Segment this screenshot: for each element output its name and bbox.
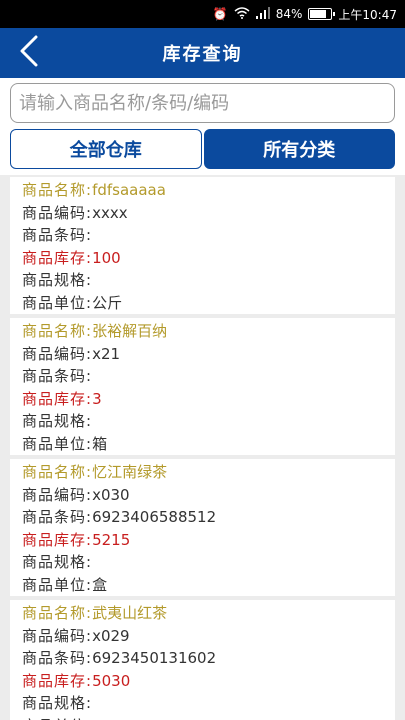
product-name-value: 武夷山红茶 bbox=[92, 604, 168, 622]
product-spec-label: 商品规格: bbox=[22, 694, 93, 712]
product-unit-value: 公斤 bbox=[92, 293, 123, 312]
wifi-icon bbox=[234, 6, 250, 22]
product-barcode-label: 商品条码: bbox=[22, 367, 93, 385]
product-unit-label: 商品单位: bbox=[22, 293, 93, 312]
filter-segment: 全部仓库 所有分类 bbox=[0, 123, 405, 175]
product-code-value: x21 bbox=[92, 344, 121, 363]
product-code-value: x029 bbox=[92, 626, 130, 645]
product-code-label: 商品编码: bbox=[22, 485, 93, 504]
product-spec-label: 商品规格: bbox=[22, 553, 93, 571]
battery-percent: 84% bbox=[275, 7, 303, 21]
product-name-label: 商品名称: bbox=[22, 322, 93, 340]
product-code-row: 商品编码:xxxx bbox=[22, 202, 383, 225]
product-code-value: x030 bbox=[92, 485, 130, 504]
category-filter-button[interactable]: 所有分类 bbox=[203, 129, 395, 169]
product-unit-row: 商品单位:公斤 bbox=[22, 292, 383, 315]
product-card[interactable]: 商品名称:武夷山红茶 商品编码:x029 商品条码:6923450131602 商品库… bbox=[10, 600, 395, 720]
product-spec-row: 商品规格: bbox=[22, 692, 383, 715]
product-unit-label: 商品单位: bbox=[22, 717, 92, 720]
product-stock-label: 商品库存: bbox=[22, 671, 93, 690]
product-stock-value: 5215 bbox=[92, 530, 131, 549]
page-title: 库存查询 bbox=[162, 44, 243, 65]
product-spec-label: 商品规格: bbox=[22, 271, 93, 289]
product-unit-value: 盒 bbox=[92, 575, 108, 594]
product-name-label: 商品名称: bbox=[22, 181, 93, 199]
product-spec-row: 商品规格: bbox=[22, 551, 383, 574]
product-stock-value: 100 bbox=[92, 248, 121, 267]
product-name-label: 商品名称: bbox=[22, 463, 93, 481]
product-barcode-value: 6923450131602 bbox=[92, 649, 217, 667]
warehouse-filter-button[interactable]: 全部仓库 bbox=[10, 129, 202, 169]
product-barcode-row: 商品条码: bbox=[22, 365, 383, 388]
product-list[interactable]: 商品名称:fdfsaaaaa 商品编码:xxxx 商品条码: 商品库存:100 商品规格… bbox=[0, 175, 405, 720]
product-stock-label: 商品库存: bbox=[22, 389, 93, 408]
product-code-label: 商品编码: bbox=[22, 626, 93, 645]
product-barcode-value: 6923406588512 bbox=[92, 508, 217, 526]
product-card[interactable]: 商品名称:张裕解百纳 商品编码:x21 商品条码: 商品库存:3 商品规格: 商品单位:箱 bbox=[10, 318, 395, 455]
battery-icon bbox=[308, 8, 336, 20]
status-bar: ⏰ 84% 上午10:47 bbox=[0, 0, 405, 28]
product-unit-label: 商品单位: bbox=[22, 575, 93, 594]
product-stock-label: 商品库存: bbox=[22, 530, 93, 549]
product-spec-label: 商品规格: bbox=[22, 412, 93, 430]
product-stock-row: 商品库存:5030 bbox=[22, 670, 383, 693]
search-bar bbox=[0, 78, 405, 123]
product-name-row: 商品名称:张裕解百纳 bbox=[22, 320, 383, 343]
product-stock-value: 5030 bbox=[92, 671, 131, 690]
product-stock-label: 商品库存: bbox=[22, 248, 93, 267]
status-time: 上午10:47 bbox=[338, 7, 397, 22]
product-unit-row: 商品单位:盒 bbox=[22, 574, 383, 597]
chevron-left-icon bbox=[19, 35, 39, 71]
product-name-row: 商品名称:武夷山红茶 bbox=[22, 602, 383, 625]
product-barcode-row: 商品条码: bbox=[22, 224, 383, 247]
product-spec-row: 商品规格: bbox=[22, 410, 383, 433]
product-barcode-label: 商品条码: bbox=[22, 508, 93, 526]
product-unit-row: 商品单位: bbox=[22, 715, 383, 720]
product-name-label: 商品名称: bbox=[22, 604, 93, 622]
product-barcode-label: 商品条码: bbox=[22, 649, 93, 667]
product-stock-value: 3 bbox=[92, 389, 102, 408]
product-barcode-row: 商品条码:6923406588512 bbox=[22, 506, 383, 529]
product-barcode-label: 商品条码: bbox=[22, 226, 93, 244]
product-code-value: xxxx bbox=[92, 203, 128, 222]
product-unit-value: 箱 bbox=[92, 434, 108, 453]
product-unit-label: 商品单位: bbox=[22, 434, 93, 453]
product-code-row: 商品编码:x029 bbox=[22, 625, 383, 648]
product-code-label: 商品编码: bbox=[22, 344, 93, 363]
back-button[interactable] bbox=[14, 35, 44, 71]
product-stock-row: 商品库存:100 bbox=[22, 247, 383, 270]
alarm-icon: ⏰ bbox=[212, 7, 228, 21]
nav-bar: 库存查询 bbox=[0, 28, 405, 78]
product-name-value: fdfsaaaaa bbox=[92, 181, 166, 199]
product-code-label: 商品编码: bbox=[22, 203, 93, 222]
product-barcode-row: 商品条码:6923450131602 bbox=[22, 647, 383, 670]
product-code-row: 商品编码:x21 bbox=[22, 343, 383, 366]
search-input[interactable] bbox=[10, 83, 395, 123]
product-unit-row: 商品单位:箱 bbox=[22, 433, 383, 456]
product-stock-row: 商品库存:3 bbox=[22, 388, 383, 411]
signal-icon bbox=[255, 6, 270, 22]
product-card[interactable]: 商品名称:忆江南绿茶 商品编码:x030 商品条码:6923406588512 商品库… bbox=[10, 459, 395, 596]
product-name-value: 张裕解百纳 bbox=[92, 322, 168, 340]
product-code-row: 商品编码:x030 bbox=[22, 484, 383, 507]
product-card[interactable]: 商品名称:fdfsaaaaa 商品编码:xxxx 商品条码: 商品库存:100 商品规格… bbox=[10, 177, 395, 314]
product-name-value: 忆江南绿茶 bbox=[92, 463, 168, 481]
product-name-row: 商品名称:fdfsaaaaa bbox=[22, 179, 383, 202]
battery-level bbox=[310, 10, 327, 18]
product-spec-row: 商品规格: bbox=[22, 269, 383, 292]
product-stock-row: 商品库存:5215 bbox=[22, 529, 383, 552]
product-name-row: 商品名称:忆江南绿茶 bbox=[22, 461, 383, 484]
